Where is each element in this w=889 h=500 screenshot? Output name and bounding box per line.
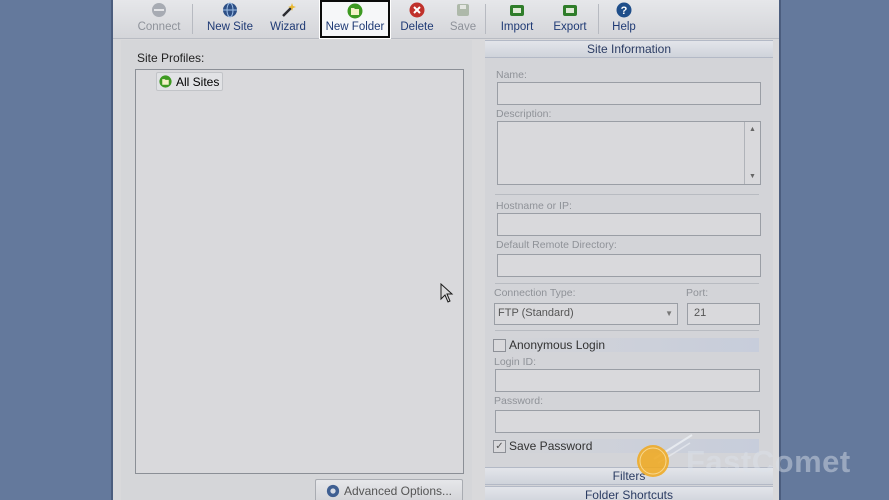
delete-icon	[409, 2, 425, 18]
anonymous-login-row[interactable]: Anonymous Login	[493, 338, 759, 352]
toolbar-separator	[485, 4, 486, 34]
import-icon	[510, 5, 524, 16]
toolbar-separator	[598, 4, 599, 34]
port-field[interactable]: 21	[687, 303, 760, 325]
site-information-header[interactable]: Site Information	[485, 40, 773, 58]
export-label: Export	[553, 21, 587, 33]
save-icon	[457, 4, 469, 16]
divider	[495, 194, 759, 195]
new-folder-button[interactable]: New Folder	[320, 0, 390, 38]
description-field[interactable]: ▲ ▼	[497, 121, 761, 185]
globe-icon	[223, 2, 237, 18]
site-profiles-label: Site Profiles:	[137, 51, 205, 65]
connection-type-select[interactable]: FTP (Standard) ▼	[494, 303, 678, 325]
new-site-label: New Site	[206, 21, 254, 33]
mouse-cursor-icon	[440, 283, 454, 303]
name-field[interactable]	[497, 82, 761, 105]
delete-label: Delete	[400, 21, 434, 33]
anonymous-login-label: Anonymous Login	[509, 338, 606, 352]
advanced-options-icon	[326, 484, 340, 498]
password-field[interactable]	[495, 410, 760, 433]
fastcomet-watermark: FastComet	[634, 433, 874, 493]
site-manager-window: Connect New Site Wizard New Folder Delet…	[113, 0, 779, 500]
tree-item-all-sites[interactable]: All Sites	[156, 72, 224, 91]
anonymous-login-checkbox[interactable]	[493, 338, 506, 352]
help-icon: ?	[616, 2, 632, 18]
hostname-label: Hostname or IP:	[496, 200, 572, 212]
toolbar-separator	[192, 4, 193, 34]
name-label: Name:	[496, 69, 527, 81]
port-label: Port:	[686, 287, 709, 299]
wizard-button[interactable]: Wizard	[263, 0, 313, 37]
remote-directory-label: Default Remote Directory:	[496, 239, 617, 251]
chevron-down-icon[interactable]: ▼	[665, 309, 673, 318]
help-button[interactable]: ? Help	[604, 0, 644, 37]
fastcomet-logo-icon	[637, 434, 693, 477]
svg-text:?: ?	[621, 5, 628, 17]
save-password-label: Save Password	[509, 439, 593, 453]
import-label: Import	[500, 21, 534, 33]
site-profiles-tree[interactable]: All Sites	[135, 69, 464, 474]
description-scrollbar[interactable]: ▲ ▼	[744, 122, 760, 184]
new-folder-label: New Folder	[325, 21, 385, 33]
site-information-panel: Site Information Name: Description: ▲ ▼ …	[485, 40, 773, 500]
watermark-text: FastComet	[686, 444, 851, 479]
save-password-checkbox[interactable]: ✓	[493, 439, 506, 453]
wand-icon	[282, 3, 296, 17]
tree-item-label: All Sites	[176, 74, 220, 89]
save-button[interactable]: Save	[444, 0, 482, 37]
divider	[495, 330, 759, 331]
advanced-options-label: Advanced Options...	[343, 484, 453, 498]
port-value: 21	[694, 307, 707, 319]
import-button[interactable]: Import	[493, 0, 541, 37]
folder-icon	[347, 3, 363, 19]
advanced-options-button[interactable]: Advanced Options...	[315, 479, 463, 500]
connection-type-label: Connection Type:	[494, 287, 576, 299]
login-id-field[interactable]	[495, 369, 760, 392]
scroll-down-icon[interactable]: ▼	[745, 173, 760, 180]
delete-button[interactable]: Delete	[394, 0, 440, 37]
toolbar: Connect New Site Wizard New Folder Delet…	[113, 0, 779, 39]
desktop-edge-right	[779, 0, 781, 500]
connect-button[interactable]: Connect	[131, 0, 187, 37]
save-label: Save	[449, 21, 477, 33]
connect-icon	[152, 3, 166, 17]
new-site-button[interactable]: New Site	[201, 0, 259, 37]
export-icon	[563, 5, 577, 16]
site-profiles-panel: Site Profiles: All Sites Advanced Option…	[121, 40, 472, 500]
folder-icon	[159, 75, 172, 88]
description-label: Description:	[496, 108, 552, 120]
scroll-up-icon[interactable]: ▲	[745, 126, 760, 133]
login-id-label: Login ID:	[494, 356, 537, 368]
help-label: Help	[612, 21, 636, 33]
remote-directory-field[interactable]	[497, 254, 761, 277]
hostname-field[interactable]	[497, 213, 761, 236]
connection-type-value: FTP (Standard)	[498, 307, 574, 319]
connect-label: Connect	[137, 21, 181, 33]
password-label: Password:	[494, 395, 544, 407]
export-button[interactable]: Export	[545, 0, 595, 37]
wizard-label: Wizard	[270, 21, 306, 33]
divider	[495, 283, 759, 284]
